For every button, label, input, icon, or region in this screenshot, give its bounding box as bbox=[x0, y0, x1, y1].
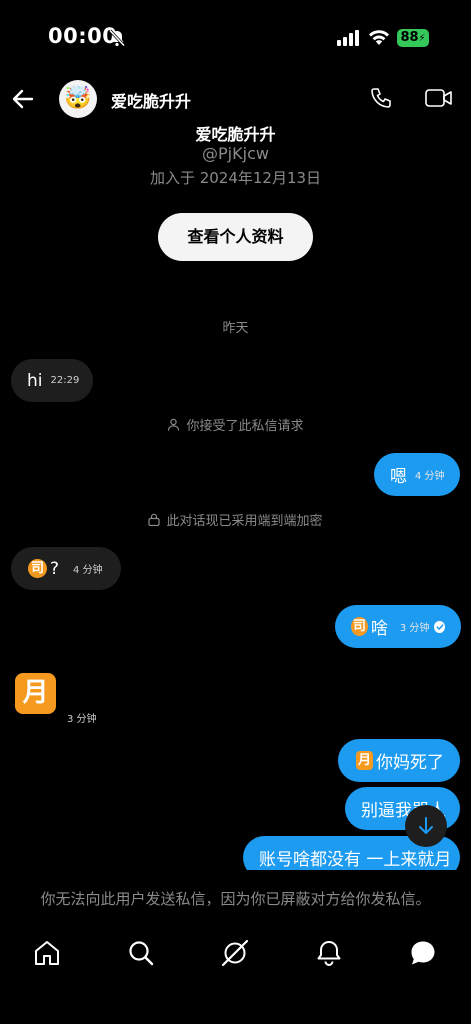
profile-joined-date: 加入于 2024年12月13日 bbox=[149, 169, 322, 187]
message-bubble-incoming[interactable]: hi 22:29 bbox=[11, 359, 93, 402]
message-text: 啥 bbox=[370, 619, 388, 639]
date-separator: 昨天 bbox=[222, 321, 249, 336]
blocked-notice: 你无法向此用户发送私信，因为你已屏蔽对方给你发私信。 bbox=[40, 890, 431, 908]
large-sticker-emoji[interactable]: 月 bbox=[15, 673, 56, 714]
home-icon[interactable] bbox=[32, 938, 62, 968]
sticker-emoji: 月 bbox=[356, 751, 373, 770]
system-message-encrypted: 此对话现已采用端到端加密 bbox=[0, 510, 471, 529]
profile-handle: @PjKjcw bbox=[202, 144, 269, 163]
sticker-emoji: 司 bbox=[351, 617, 368, 636]
conversation-title[interactable]: 爱吃脆升升 bbox=[111, 88, 191, 112]
person-icon bbox=[168, 418, 180, 431]
message-bubble-outgoing[interactable]: 司 啥 3 分钟 bbox=[335, 605, 461, 648]
phone-icon[interactable] bbox=[369, 86, 393, 110]
message-time: 22:29 bbox=[50, 375, 80, 386]
grok-icon[interactable] bbox=[220, 938, 250, 968]
search-icon[interactable] bbox=[126, 938, 156, 968]
seen-check-icon bbox=[434, 620, 445, 633]
signal-icon bbox=[337, 30, 359, 46]
message-text: 账号啥都没有 一上来就月 bbox=[259, 850, 452, 870]
message-bubble-incoming[interactable]: 司 ? 4 分钟 bbox=[11, 547, 121, 590]
message-text: hi bbox=[27, 370, 43, 391]
messages-icon[interactable] bbox=[408, 938, 438, 968]
system-message-accepted: 你接受了此私信请求 bbox=[0, 415, 471, 434]
message-bubble-outgoing[interactable]: 月 你妈死了 bbox=[338, 739, 460, 782]
message-text: 你妈死了 bbox=[376, 753, 444, 773]
message-time: 3 分钟 bbox=[67, 714, 97, 725]
message-time: 4 分钟 bbox=[73, 565, 103, 576]
message-time: 3 分钟 bbox=[399, 623, 430, 634]
sticker-emoji: 司 bbox=[28, 559, 47, 578]
wifi-icon bbox=[369, 30, 389, 45]
message-text: 嗯 bbox=[390, 467, 407, 487]
view-profile-button[interactable]: 查看个人资料 bbox=[158, 213, 313, 261]
profile-name: 爱吃脆升升 bbox=[195, 125, 276, 144]
lock-icon bbox=[148, 513, 161, 526]
arrow-down-icon bbox=[419, 817, 433, 834]
status-time: 00:00 bbox=[48, 24, 118, 48]
video-call-icon[interactable] bbox=[425, 87, 453, 109]
battery-indicator: 88⚡ bbox=[397, 29, 429, 47]
avatar[interactable]: 🤯 bbox=[59, 80, 97, 118]
scroll-to-bottom-button[interactable] bbox=[405, 805, 447, 847]
back-arrow-icon[interactable] bbox=[10, 86, 36, 112]
notifications-icon[interactable] bbox=[314, 938, 344, 968]
message-bubble-outgoing[interactable]: 嗯 4 分钟 bbox=[374, 453, 460, 496]
message-text: ? bbox=[50, 558, 60, 579]
silent-bell-icon bbox=[108, 29, 126, 47]
message-time: 4 分钟 bbox=[415, 471, 445, 482]
